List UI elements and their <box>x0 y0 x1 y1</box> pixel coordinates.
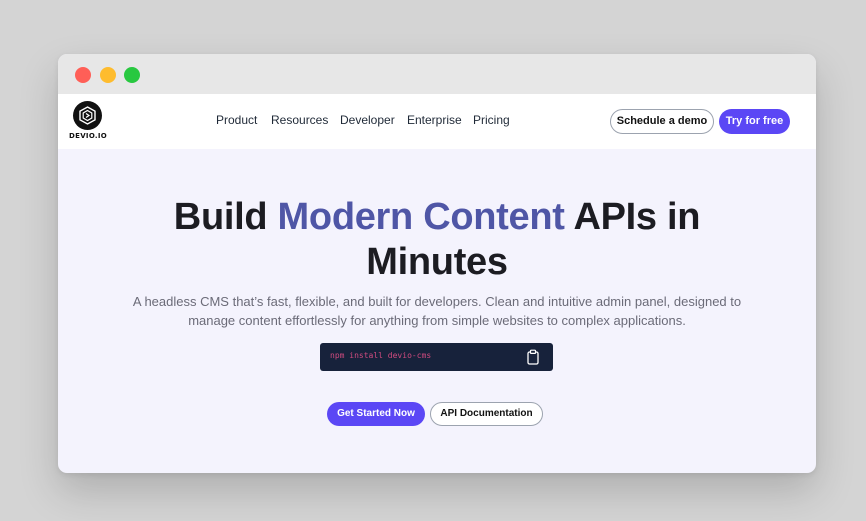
browser-window: DEVIO.IO Product Resources Developer Ent… <box>58 54 816 473</box>
hero-title-accent: Modern Content <box>277 196 565 238</box>
try-free-button[interactable]: Try for free <box>719 109 790 134</box>
nav-link-enterprise[interactable]: Enterprise <box>407 113 462 127</box>
hero-title-line2: Minutes <box>366 241 508 283</box>
nav-link-developer[interactable]: Developer <box>340 113 395 127</box>
minimize-window-button[interactable] <box>100 67 116 83</box>
window-titlebar <box>58 54 816 94</box>
nav-link-pricing[interactable]: Pricing <box>473 113 510 127</box>
logo-mark-icon <box>73 101 102 130</box>
clipboard-icon[interactable] <box>526 349 540 365</box>
hero-title: Build Modern Content APIs in Minutes <box>58 195 816 285</box>
hero-subtitle: A headless CMS that’s fast, flexible, an… <box>132 294 742 328</box>
hero-title-part1: Build <box>173 196 278 238</box>
install-command[interactable]: npm install devio-cms <box>330 351 431 360</box>
site-navbar: DEVIO.IO Product Resources Developer Ent… <box>58 94 816 149</box>
hero-title-part2: APIs in <box>564 196 701 238</box>
install-command-box: npm install devio-cms <box>320 343 553 371</box>
brand-logo[interactable]: DEVIO.IO <box>69 101 109 143</box>
api-documentation-button[interactable]: API Documentation <box>430 402 543 426</box>
get-started-button[interactable]: Get Started Now <box>327 402 425 426</box>
schedule-demo-button[interactable]: Schedule a demo <box>610 109 714 134</box>
maximize-window-button[interactable] <box>124 67 140 83</box>
nav-link-product[interactable]: Product <box>216 113 257 127</box>
close-window-button[interactable] <box>75 67 91 83</box>
brand-name: DEVIO.IO <box>69 132 108 140</box>
nav-link-resources[interactable]: Resources <box>271 113 328 127</box>
